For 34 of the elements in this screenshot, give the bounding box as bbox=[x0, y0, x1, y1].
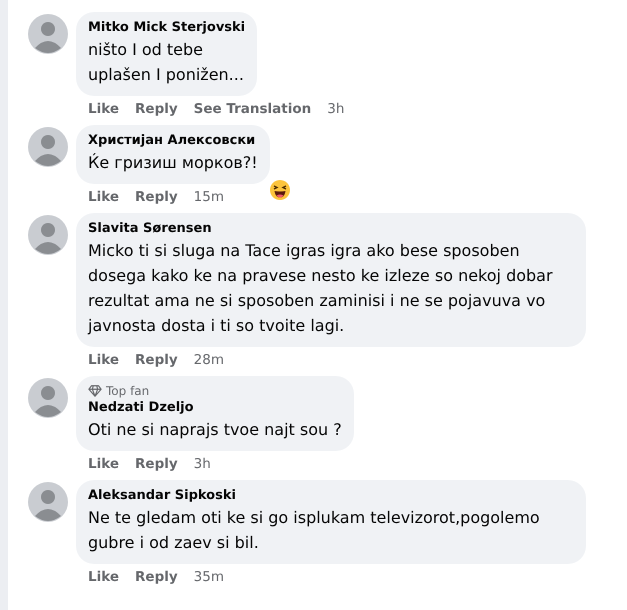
comment-text: Micko ti si sluga na Tace igras igra ako bese sposoben dosega kako ke na pravese nesto ke izleze so nekoj dobar rezultat ama ne si sposoben zaminisi i ne se pojavuva vo javnosta dosta i ti so tvoite lagi. bbox=[88, 240, 554, 337]
author-name[interactable]: Aleksandar Sipkoski bbox=[88, 488, 236, 503]
author-name[interactable]: Nedzati Dzeljo bbox=[88, 400, 194, 415]
diamond-icon bbox=[88, 384, 102, 398]
avatar-icon[interactable] bbox=[28, 378, 68, 418]
comment-time[interactable]: 3h bbox=[327, 101, 344, 117]
comment-action-link[interactable]: Reply bbox=[135, 456, 178, 472]
laughing-emoji-icon bbox=[268, 178, 292, 202]
avatar-icon[interactable] bbox=[28, 14, 68, 54]
comment-action-link[interactable]: Like bbox=[88, 456, 120, 472]
comment-text: ništo I od tebe uplašen I ponižen... bbox=[88, 39, 244, 86]
comment-action-link[interactable]: See Translation bbox=[194, 101, 312, 117]
avatar-icon[interactable] bbox=[28, 482, 68, 522]
comment-action-link[interactable]: Like bbox=[88, 569, 120, 585]
author-name[interactable]: Slavita Sørensen bbox=[88, 221, 212, 236]
author-name[interactable]: Mitko Mick Sterjovski bbox=[88, 20, 246, 35]
comment-action-link[interactable]: Reply bbox=[135, 189, 178, 205]
comment-time[interactable]: 35m bbox=[194, 569, 224, 585]
comment-text: Oti ne si naprajs tvoe najt sou ? bbox=[88, 419, 342, 441]
comment-text: Ne te gledam oti ke si go isplukam televizorot,pogolemo gubre i od zaev si bil. bbox=[88, 507, 541, 554]
comment-action-link[interactable]: Reply bbox=[135, 352, 178, 368]
top-fan-label: Top fan bbox=[106, 384, 150, 398]
avatar-icon[interactable] bbox=[28, 215, 68, 255]
comment-text: Ќе гризиш морков?! bbox=[88, 152, 258, 174]
author-name[interactable]: Христијан Алексовски bbox=[88, 133, 256, 148]
comment-action-link[interactable]: Like bbox=[88, 189, 120, 205]
comment-action-link[interactable]: Reply bbox=[135, 569, 178, 585]
comment-time[interactable]: 28m bbox=[194, 352, 224, 368]
avatar-icon[interactable] bbox=[28, 127, 68, 167]
comment-action-link[interactable]: Like bbox=[88, 352, 120, 368]
comment-action-link[interactable]: Reply bbox=[135, 101, 178, 117]
comment-time[interactable]: 3h bbox=[194, 456, 211, 472]
comment-action-link[interactable]: Like bbox=[88, 101, 120, 117]
comment-time[interactable]: 15m bbox=[194, 189, 224, 205]
